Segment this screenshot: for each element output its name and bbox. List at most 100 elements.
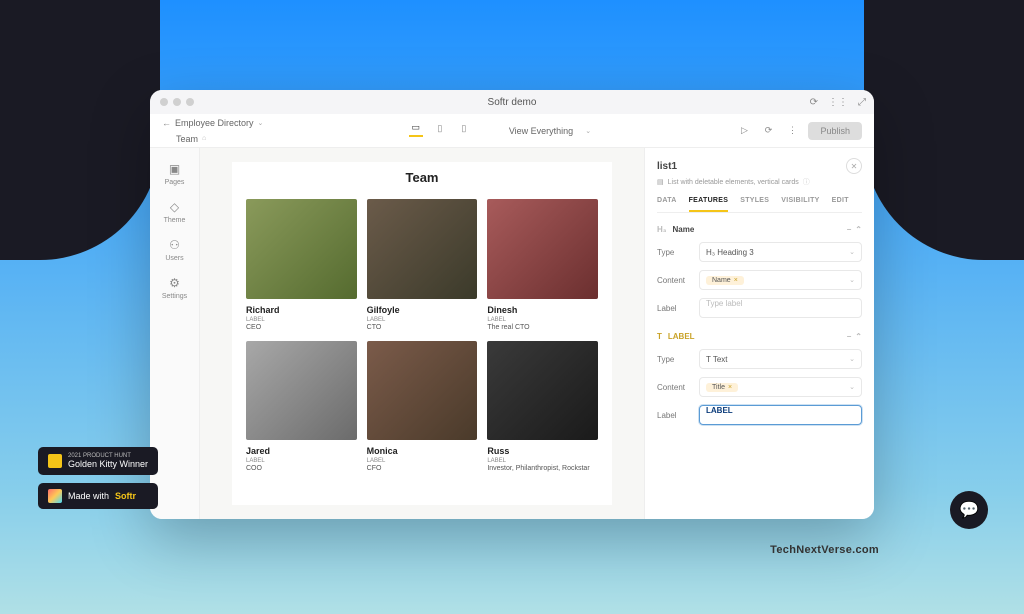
breadcrumb-app[interactable]: Employee Directory <box>175 118 254 128</box>
chevron-down-icon: ⌄ <box>849 248 855 256</box>
chevron-down-icon[interactable]: ⌄ <box>258 119 264 127</box>
pages-icon: ▣ <box>169 162 180 176</box>
card-role: CFO <box>367 465 478 472</box>
card-role: CEO <box>246 324 357 331</box>
heading-type-icon: H₃ <box>657 225 666 234</box>
chevron-down-icon: ⌄ <box>849 383 855 391</box>
card-label: LABEL <box>246 317 357 323</box>
close-icon[interactable]: ✕ <box>846 158 862 174</box>
badges: 2021 PRODUCT HUNT Golden Kitty Winner Ma… <box>38 447 158 509</box>
team-card[interactable]: Richard LABEL CEO <box>246 199 357 331</box>
canvas[interactable]: Team Richard LABEL CEO Gilfoyle LABEL CT… <box>200 148 644 519</box>
traffic-max[interactable] <box>186 98 194 106</box>
type-select[interactable]: T Text ⌄ <box>699 349 862 369</box>
team-card[interactable]: Monica LABEL CFO <box>367 341 478 473</box>
chevron-down-icon: ⌄ <box>849 276 855 284</box>
made-with-text: Made with <box>68 491 109 501</box>
card-name: Jared <box>246 446 357 456</box>
device-switcher: ▭ ▯ ▯ <box>409 123 471 139</box>
section-name: H₃ Name − ⌃ Type H₃ Heading 3 ⌄ Content <box>657 225 862 318</box>
chevron-up-icon[interactable]: ⌃ <box>855 332 862 341</box>
card-name: Russ <box>487 446 598 456</box>
label-input-focused[interactable]: LABEL <box>699 405 862 425</box>
tab-visibility[interactable]: VISIBILITY <box>781 197 819 212</box>
row-label-type: Type <box>657 355 691 364</box>
chevron-up-icon[interactable]: ⌃ <box>855 225 862 234</box>
tab-features[interactable]: FEATURES <box>689 197 729 212</box>
info-icon[interactable]: ⓘ <box>803 177 810 187</box>
section-minus-icon[interactable]: − <box>847 225 852 234</box>
row-label-content: Content <box>657 383 691 392</box>
mobile-icon[interactable]: ▯ <box>457 123 471 137</box>
tab-styles[interactable]: STYLES <box>740 197 769 212</box>
team-card[interactable]: Gilfoyle LABEL CTO <box>367 199 478 331</box>
avatar <box>246 341 357 441</box>
sidebar-item-label: Users <box>165 255 183 262</box>
tablet-icon[interactable]: ▯ <box>433 123 447 137</box>
team-card[interactable]: Jared LABEL COO <box>246 341 357 473</box>
team-card[interactable]: Dinesh LABEL The real CTO <box>487 199 598 331</box>
panel-title: list1 <box>657 161 677 172</box>
label-input[interactable]: Type label <box>699 298 862 318</box>
panel-subtitle-text: List with deletable elements, vertical c… <box>668 179 799 186</box>
publish-button[interactable]: Publish <box>808 122 862 140</box>
breadcrumb-page[interactable]: Team <box>176 134 198 144</box>
card-name: Gilfoyle <box>367 305 478 315</box>
desktop-icon[interactable]: ▭ <box>409 123 423 137</box>
gear-icon: ⚙ <box>169 276 180 290</box>
sidebar-item-settings[interactable]: ⚙ Settings <box>150 270 199 306</box>
watermark: TechNextVerse.com <box>770 544 879 556</box>
back-arrow-icon[interactable]: ← <box>162 118 171 128</box>
avatar <box>487 341 598 441</box>
title-actions: ⟳ ⋮⋮ ⤢ <box>810 97 866 108</box>
right-panel: list1 ✕ ▤ List with deletable elements, … <box>644 148 874 519</box>
row-label-label: Label <box>657 304 691 313</box>
made-with-brand: Softr <box>115 491 136 501</box>
row-label-type: Type <box>657 248 691 257</box>
avatar <box>487 199 598 299</box>
card-role: Investor, Philanthropist, Rockstar <box>487 465 598 472</box>
chip-remove-icon[interactable]: × <box>728 384 732 391</box>
type-select[interactable]: H₃ Heading 3 ⌄ <box>699 242 862 262</box>
sidebar-item-label: Settings <box>162 293 187 300</box>
more-icon[interactable]: ⋮ <box>784 123 800 139</box>
preview-icon[interactable]: ▷ <box>736 123 752 139</box>
card-role: The real CTO <box>487 324 598 331</box>
view-dropdown[interactable]: View Everything ⌄ <box>509 126 591 136</box>
tab-data[interactable]: DATA <box>657 197 677 212</box>
sidebar-item-theme[interactable]: ◇ Theme <box>150 194 199 230</box>
text-type-icon: T <box>657 332 662 341</box>
content-select[interactable]: Title × ⌄ <box>699 377 862 397</box>
badge-main-text: Golden Kitty Winner <box>68 459 148 469</box>
team-card[interactable]: Russ LABEL Investor, Philanthropist, Roc… <box>487 341 598 473</box>
content-chip-text: Name <box>712 277 731 284</box>
sidebar-item-users[interactable]: ⚇ Users <box>150 232 199 268</box>
page-title: Team <box>246 170 598 185</box>
app-window: Softr demo ⟳ ⋮⋮ ⤢ ← Employee Directory ⌄… <box>150 90 874 519</box>
row-label-content: Content <box>657 276 691 285</box>
sidebar-item-pages[interactable]: ▣ Pages <box>150 156 199 192</box>
section-label: T LABEL − ⌃ Type T Text ⌄ Content <box>657 332 862 425</box>
content-select[interactable]: Name × ⌄ <box>699 270 862 290</box>
type-select-value: T Text <box>706 355 728 364</box>
card-label: LABEL <box>367 317 478 323</box>
chevron-down-icon: ⌄ <box>585 127 591 135</box>
bg-dark-left <box>0 0 160 260</box>
chat-icon: 💬 <box>959 500 979 520</box>
traffic-close[interactable] <box>160 98 168 106</box>
traffic-min[interactable] <box>173 98 181 106</box>
list-icon: ▤ <box>657 178 664 186</box>
chat-fab[interactable]: 💬 <box>950 491 988 529</box>
expand-icon[interactable]: ⤢ <box>858 97 866 108</box>
refresh-icon[interactable]: ⟳ <box>760 123 776 139</box>
chip-remove-icon[interactable]: × <box>734 277 738 284</box>
card-name: Richard <box>246 305 357 315</box>
made-with-softr-badge[interactable]: Made with Softr <box>38 483 158 509</box>
section-head-name: Name <box>672 225 694 234</box>
translate-icon[interactable]: ⋮⋮ <box>828 97 848 108</box>
reload-icon[interactable]: ⟳ <box>810 97 818 108</box>
view-dropdown-label: View Everything <box>509 126 573 136</box>
golden-kitty-badge[interactable]: 2021 PRODUCT HUNT Golden Kitty Winner <box>38 447 158 475</box>
section-minus-icon[interactable]: − <box>847 332 852 341</box>
tab-edit[interactable]: EDIT <box>832 197 849 212</box>
